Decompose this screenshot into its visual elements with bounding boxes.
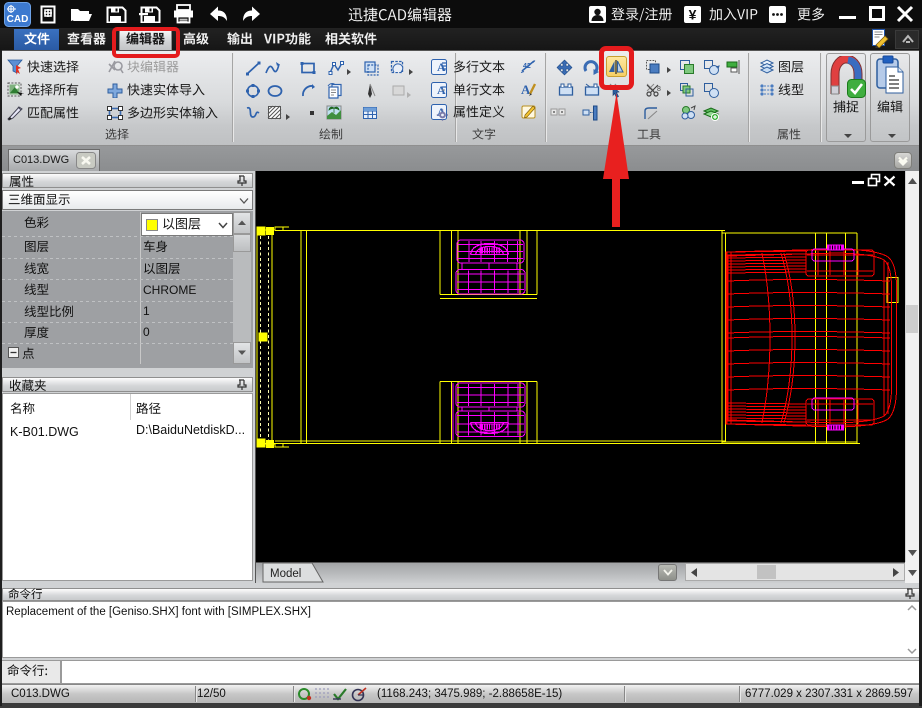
svg-text:CAD: CAD [7, 14, 29, 25]
svg-text:A: A [521, 82, 531, 97]
svg-text:42: 42 [523, 63, 531, 70]
svg-text:Model: Model [270, 568, 301, 580]
svg-text:¥: ¥ [689, 7, 697, 23]
svg-text:A: A [437, 60, 446, 74]
svg-text:8: 8 [657, 86, 661, 93]
